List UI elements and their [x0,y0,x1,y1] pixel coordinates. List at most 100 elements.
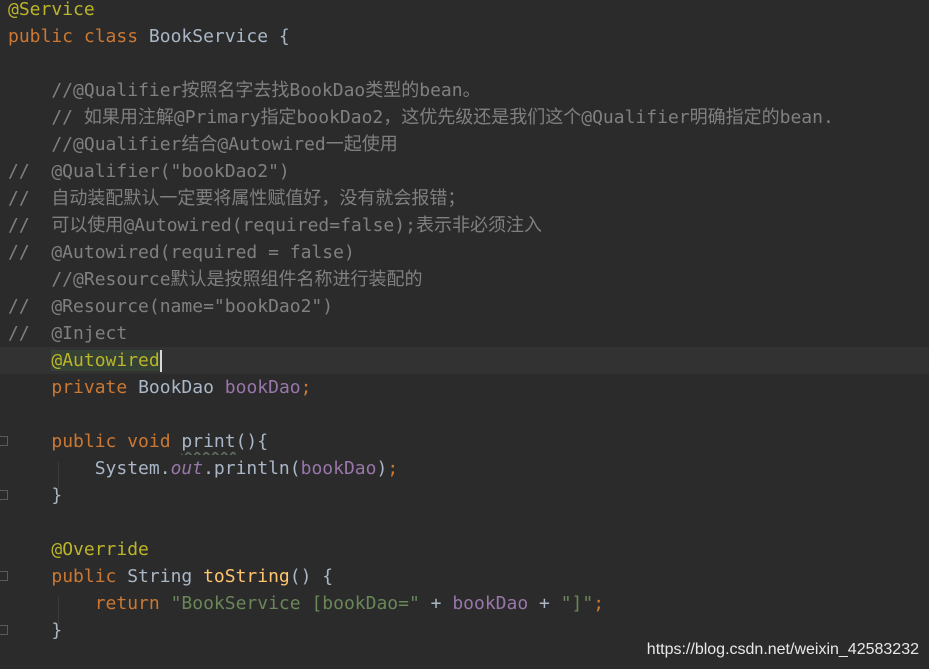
code-text: // 如果用注解@Primary指定bookDao2，这优先级还是我们这个@Qu… [8,104,834,131]
code-token: // 自动装配默认一定要将属性赋值好，没有就会报错； [8,188,466,209]
code-line[interactable]: System.out.println(bookDao); [0,455,929,482]
code-token: .println( [203,458,301,479]
fold-marker-icon[interactable] [0,571,8,581]
code-token: ; [387,458,399,479]
code-line[interactable] [0,509,929,536]
code-text: @Service [8,0,95,23]
code-token: print [181,431,236,452]
code-token: + [528,593,561,614]
code-line[interactable]: } [0,482,929,509]
indent-guide [58,597,59,624]
code-token: @Override [51,539,149,560]
code-token: + [419,593,453,614]
code-token: ; [593,593,605,614]
code-token: public [51,431,128,452]
code-token: //@Qualifier结合@Autowired一起使用 [8,134,398,155]
code-text: public String toString() { [8,563,333,590]
code-text: public void print(){ [8,428,268,455]
code-token: } [8,485,63,506]
code-text: @Override [8,536,149,563]
code-token: // @Resource(name="bookDao2") [8,296,334,317]
code-token: // 可以使用@Autowired(required=false);表示非必须注… [8,215,542,236]
fold-marker-icon[interactable] [0,436,8,446]
code-editor[interactable]: @Service public class BookService { //@Qu… [0,0,929,669]
code-token: // @Qualifier("bookDao2") [8,161,290,182]
code-text: // @Inject [8,320,127,347]
code-line[interactable]: } [0,617,929,644]
code-line[interactable]: private BookDao bookDao; [0,374,929,401]
code-line[interactable]: // 自动装配默认一定要将属性赋值好，没有就会报错； [0,185,929,212]
code-token: return [94,593,171,614]
code-text: //@Resource默认是按照组件名称进行装配的 [8,266,423,293]
code-token: "]" [560,593,594,614]
code-line[interactable]: public class BookService { [0,23,929,50]
code-token: bookDao [452,593,529,614]
code-line[interactable]: //@Qualifier按照名字去找BookDao类型的bean。 [0,77,929,104]
code-text: System.out.println(bookDao); [8,455,398,482]
code-token: "BookService [bookDao=" [170,593,420,614]
code-token: // @Inject [8,323,128,344]
code-token: bookDao [300,458,377,479]
code-text: //@Qualifier按照名字去找BookDao类型的bean。 [8,77,481,104]
code-token: void [127,431,182,452]
code-line[interactable]: @Autowired [0,347,929,374]
code-line[interactable]: // 如果用注解@Primary指定bookDao2，这优先级还是我们这个@Qu… [0,104,929,131]
code-token: @Autowired [51,350,160,371]
text-caret [159,350,162,372]
code-text: private BookDao bookDao; [8,374,311,401]
code-token: public [51,566,128,587]
fold-marker-icon[interactable] [0,490,8,500]
code-token: //@Resource默认是按照组件名称进行装配的 [8,269,423,290]
code-token: // @Autowired(required = false) [8,242,355,263]
code-token: private [51,377,139,398]
code-text: public class BookService { [8,23,290,50]
code-line[interactable]: public void print(){ [0,428,929,455]
indent-guide [58,462,59,489]
fold-marker-icon[interactable] [0,625,8,635]
code-token: //@Qualifier按照名字去找BookDao类型的bean。 [8,80,481,101]
watermark-url: https://blog.csdn.net/weixin_42583232 [646,641,919,658]
code-line[interactable]: @Service [0,0,929,23]
code-text: // 自动装配默认一定要将属性赋值好，没有就会报错； [8,185,465,212]
code-token: } [8,620,63,641]
code-text: //@Qualifier结合@Autowired一起使用 [8,131,398,158]
code-text: // @Qualifier("bookDao2") [8,158,290,185]
code-line[interactable]: return "BookService [bookDao=" + bookDao… [0,590,929,617]
code-text: // @Autowired(required = false) [8,239,355,266]
code-line[interactable]: // @Inject [0,320,929,347]
code-token: String [127,566,204,587]
code-line[interactable]: @Override [0,536,929,563]
code-line[interactable] [0,401,929,428]
code-line[interactable]: // @Resource(name="bookDao2") [0,293,929,320]
code-token: ; [300,377,312,398]
code-line[interactable]: // 可以使用@Autowired(required=false);表示非必须注… [0,212,929,239]
code-line[interactable]: // @Qualifier("bookDao2") [0,158,929,185]
code-token: class [83,26,149,47]
code-text: return "BookService [bookDao=" + bookDao… [8,590,604,617]
code-line[interactable]: public String toString() { [0,563,929,590]
code-line[interactable] [0,50,929,77]
code-token: out [170,458,204,479]
code-text: } [8,482,62,509]
code-token: // 如果用注解@Primary指定bookDao2，这优先级还是我们这个@Qu… [8,107,834,128]
code-token: System. [8,458,171,479]
code-line[interactable]: //@Qualifier结合@Autowired一起使用 [0,131,929,158]
code-token: bookDao [224,377,301,398]
code-token: (){ [235,431,269,452]
code-token: @Service [8,0,95,20]
code-line[interactable]: //@Resource默认是按照组件名称进行装配的 [0,266,929,293]
code-text: // 可以使用@Autowired(required=false);表示非必须注… [8,212,542,239]
code-token: BookDao [138,377,225,398]
code-token: toString [203,566,290,587]
code-line[interactable]: // @Autowired(required = false) [0,239,929,266]
code-token: ) [376,458,388,479]
code-token: () { [289,566,334,587]
code-text: @Autowired [8,347,162,374]
code-text: // @Resource(name="bookDao2") [8,293,333,320]
